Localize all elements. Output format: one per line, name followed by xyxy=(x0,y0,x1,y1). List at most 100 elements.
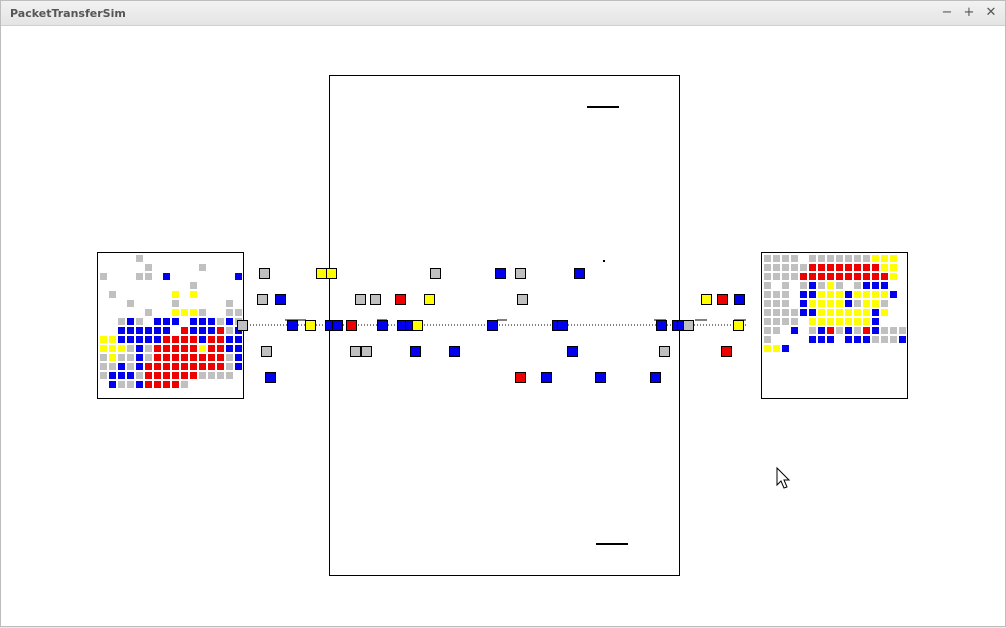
sender-packet xyxy=(235,336,242,343)
receiver-packet xyxy=(791,309,798,316)
sender-packet xyxy=(181,363,188,370)
sender-packet xyxy=(145,264,152,271)
dot-marker xyxy=(603,260,605,262)
sender-packet xyxy=(136,372,143,379)
sender-packet xyxy=(190,354,197,361)
packet-in-flight xyxy=(517,294,528,305)
sender-packet xyxy=(190,363,197,370)
packet-in-flight xyxy=(370,294,381,305)
receiver-packet xyxy=(872,255,879,262)
sender-packet xyxy=(127,363,134,370)
window-close-icon[interactable]: ✕ xyxy=(983,5,999,21)
packet-in-flight xyxy=(683,320,694,331)
receiver-packet xyxy=(890,291,897,298)
sender-packet xyxy=(118,363,125,370)
packet-in-flight xyxy=(395,294,406,305)
receiver-packet xyxy=(764,282,771,289)
sender-packet xyxy=(199,354,206,361)
receiver-packet xyxy=(827,282,834,289)
sender-packet xyxy=(136,327,143,334)
receiver-packet xyxy=(872,291,879,298)
receiver-packet xyxy=(809,309,816,316)
receiver-packet xyxy=(881,300,888,307)
sender-packet xyxy=(190,372,197,379)
app-window: PacketTransferSim − + ✕ xyxy=(0,0,1006,627)
sender-packet xyxy=(163,345,170,352)
receiver-packet xyxy=(863,255,870,262)
packet-in-flight xyxy=(257,294,268,305)
packet-in-flight xyxy=(410,346,421,357)
receiver-packet xyxy=(818,327,825,334)
packet-in-flight xyxy=(487,320,498,331)
packet-in-flight xyxy=(361,346,372,357)
packet-in-flight xyxy=(541,372,552,383)
receiver-packet xyxy=(863,273,870,280)
sender-packet xyxy=(127,372,134,379)
sender-packet xyxy=(199,264,206,271)
packet-in-flight xyxy=(287,320,298,331)
receiver-packet xyxy=(809,273,816,280)
receiver-packet xyxy=(764,309,771,316)
receiver-packet xyxy=(890,273,897,280)
receiver-packet xyxy=(827,309,834,316)
sender-packet xyxy=(163,273,170,280)
sender-packet xyxy=(226,309,233,316)
packet-in-flight xyxy=(595,372,606,383)
sender-packet xyxy=(226,354,233,361)
packet-in-flight xyxy=(650,372,661,383)
packet-in-flight xyxy=(350,346,361,357)
sender-packet xyxy=(118,336,125,343)
receiver-packet xyxy=(818,309,825,316)
sender-packet xyxy=(172,363,179,370)
window-minimize-icon[interactable]: − xyxy=(939,5,955,21)
sender-packet xyxy=(100,345,107,352)
receiver-packet xyxy=(773,264,780,271)
sender-packet xyxy=(145,273,152,280)
receiver-packet xyxy=(836,264,843,271)
receiver-packet xyxy=(890,264,897,271)
sender-packet xyxy=(181,354,188,361)
receiver-packet xyxy=(863,282,870,289)
receiver-packet xyxy=(809,327,816,334)
receiver-packet xyxy=(800,264,807,271)
receiver-packet xyxy=(863,300,870,307)
packet-in-flight xyxy=(567,346,578,357)
packet-in-flight xyxy=(305,320,316,331)
sender-packet xyxy=(181,345,188,352)
sender-packet xyxy=(235,273,242,280)
sender-packet xyxy=(208,372,215,379)
receiver-packet xyxy=(800,291,807,298)
sender-packet xyxy=(190,336,197,343)
sender-packet xyxy=(172,381,179,388)
mouse-cursor-icon xyxy=(776,466,791,489)
title-bar[interactable]: PacketTransferSim − + ✕ xyxy=(1,1,1005,26)
packet-in-flight xyxy=(346,320,357,331)
receiver-packet xyxy=(827,273,834,280)
sender-packet xyxy=(172,372,179,379)
receiver-packet xyxy=(827,291,834,298)
sender-packet xyxy=(172,318,179,325)
receiver-packet xyxy=(872,300,879,307)
sender-packet xyxy=(136,273,143,280)
receiver-packet xyxy=(899,327,906,334)
packet-in-flight xyxy=(237,320,248,331)
sender-packet xyxy=(154,372,161,379)
receiver-packet xyxy=(863,291,870,298)
receiver-packet xyxy=(818,318,825,325)
receiver-packet xyxy=(782,282,789,289)
receiver-packet xyxy=(809,300,816,307)
receiver-packet xyxy=(764,318,771,325)
sender-packet xyxy=(199,309,206,316)
window-maximize-icon[interactable]: + xyxy=(961,5,977,21)
sender-packet xyxy=(217,372,224,379)
receiver-packet xyxy=(899,336,906,343)
sender-packet xyxy=(154,381,161,388)
receiver-packet xyxy=(872,309,879,316)
sender-packet xyxy=(226,336,233,343)
receiver-packet xyxy=(791,318,798,325)
receiver-packet xyxy=(782,318,789,325)
packet-in-flight xyxy=(261,346,272,357)
sender-packet xyxy=(226,372,233,379)
receiver-packet xyxy=(764,336,771,343)
sender-packet xyxy=(145,309,152,316)
